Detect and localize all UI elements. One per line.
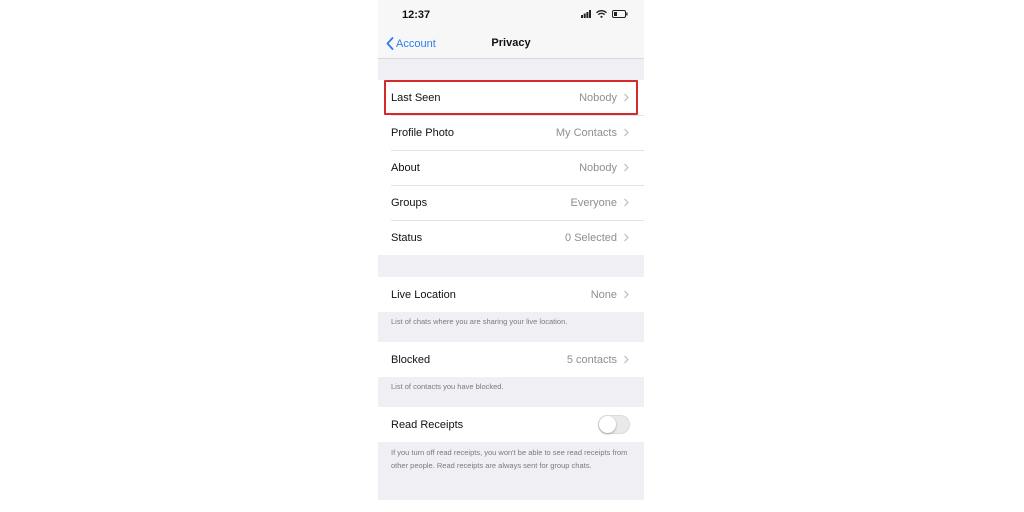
highlight-box <box>384 80 638 115</box>
signal-icon <box>581 10 591 18</box>
blocked-group: Blocked 5 contacts <box>378 342 644 377</box>
read-receipts-row: Read Receipts <box>378 407 644 442</box>
status-icons <box>581 10 628 18</box>
page-title: Privacy <box>491 37 531 49</box>
row-label: Read Receipts <box>391 418 464 431</box>
toggle-knob <box>599 416 616 433</box>
row-value: 5 contacts <box>566 353 617 366</box>
row-label: Groups <box>391 196 428 209</box>
row-label: About <box>391 161 420 174</box>
blocked-row[interactable]: Blocked 5 contacts <box>378 342 644 377</box>
row-value: Everyone <box>570 196 617 209</box>
chevron-right-icon <box>624 198 629 207</box>
chevron-right-icon <box>624 163 629 172</box>
read-receipts-group: Read Receipts <box>378 407 644 442</box>
row-label: Blocked <box>391 353 431 366</box>
status-bar: 12:37 <box>378 0 644 30</box>
row-value: My Contacts <box>555 126 617 139</box>
row-label: Profile Photo <box>391 126 454 139</box>
navigation-bar: Account Privacy <box>378 30 644 59</box>
battery-icon <box>612 10 628 18</box>
chevron-right-icon <box>624 128 629 137</box>
row-value: Nobody <box>579 161 617 174</box>
chevron-right-icon <box>624 355 629 364</box>
row-value: None <box>590 288 617 301</box>
phone-screen: 12:37 Account Privacy Last Seen Nobody P… <box>378 0 644 500</box>
live-location-note: List of chats where you are sharing your… <box>391 317 568 326</box>
blocked-note: List of contacts you have blocked. <box>391 382 504 391</box>
about-row[interactable]: About Nobody <box>378 150 644 185</box>
chevron-right-icon <box>624 233 629 242</box>
status-row[interactable]: Status 0 Selected <box>378 220 644 255</box>
wifi-icon <box>596 10 607 18</box>
read-receipts-toggle[interactable] <box>598 415 630 434</box>
row-value: 0 Selected <box>565 231 617 244</box>
row-label: Status <box>391 231 423 244</box>
status-time: 12:37 <box>402 9 431 21</box>
profile-photo-row[interactable]: Profile Photo My Contacts <box>378 115 644 150</box>
read-receipts-note: If you turn off read receipts, you won't… <box>391 448 628 470</box>
live-location-group: Live Location None <box>378 277 644 312</box>
groups-row[interactable]: Groups Everyone <box>378 185 644 220</box>
row-label: Live Location <box>391 288 456 301</box>
live-location-row[interactable]: Live Location None <box>378 277 644 312</box>
chevron-right-icon <box>624 290 629 299</box>
